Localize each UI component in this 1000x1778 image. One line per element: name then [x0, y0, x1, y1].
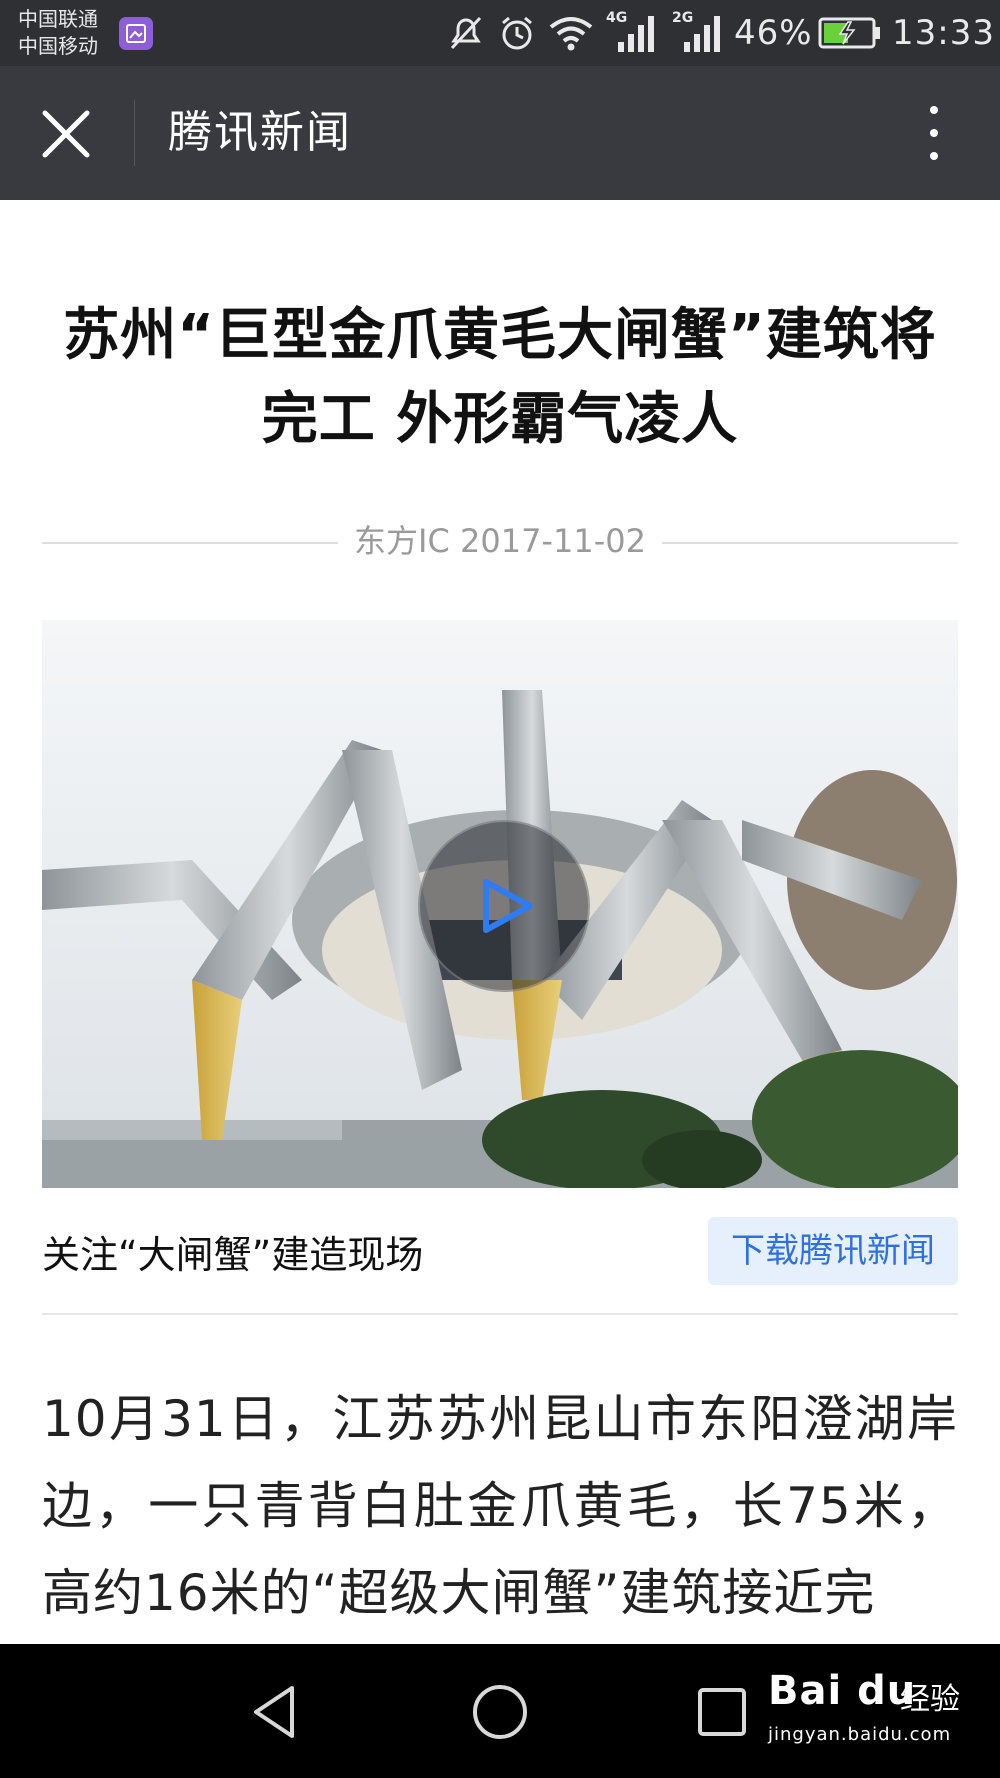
- more-button[interactable]: [912, 102, 956, 164]
- close-icon: [42, 110, 90, 158]
- status-bar: 中国联通 中国移动 4G 2G 46% 13:33: [0, 0, 1000, 66]
- recents-icon: [698, 1688, 746, 1736]
- home-button[interactable]: [466, 1678, 534, 1746]
- watermark-logo: Bai du: [768, 1668, 917, 1714]
- carrier-1: 中国联通: [18, 7, 98, 31]
- play-icon: [483, 879, 533, 933]
- close-button[interactable]: [38, 106, 94, 162]
- video-caption: 关注“大闸蟹”建造现场: [42, 1233, 424, 1277]
- alarm-icon: [497, 0, 537, 66]
- divider-line: [662, 542, 958, 544]
- carrier-2: 中国移动: [18, 34, 98, 58]
- battery-percent: 46%: [734, 13, 813, 53]
- watermark-url: jingyan.baidu.com: [768, 1724, 952, 1745]
- signal-icon: 4G: [604, 0, 660, 66]
- video-player[interactable]: [42, 620, 958, 1188]
- article-source-date: 东方IC 2017-11-02: [354, 522, 646, 560]
- back-icon: [254, 1686, 294, 1738]
- recents-button[interactable]: [688, 1678, 756, 1746]
- article-headline: 苏州“巨型金爪黄毛大闸蟹”建筑将完工 外形霸气凌人: [63, 303, 937, 452]
- baidu-jingyan-watermark: Bai du 经验 jingyan.baidu.com: [768, 1668, 968, 1764]
- home-icon: [473, 1685, 527, 1739]
- article-body: 10月31日，江苏苏州昆山市东阳澄湖岸边，一只青背白肚金爪黄毛，长75米，高约1…: [42, 1390, 958, 1622]
- gallery-notification-icon: [119, 17, 153, 50]
- network-type-2: 2G: [672, 10, 693, 26]
- header-divider: [134, 100, 135, 166]
- play-button[interactable]: [418, 820, 590, 992]
- signal-icon: 2G: [670, 0, 726, 66]
- watermark-suffix: 经验: [900, 1682, 960, 1717]
- app-header: 腾讯新闻: [0, 66, 1000, 200]
- wifi-icon: [548, 0, 594, 66]
- back-button[interactable]: [244, 1678, 312, 1746]
- clock: 13:33: [892, 13, 995, 53]
- page-title: 腾讯新闻: [168, 107, 352, 158]
- divider-line: [42, 1313, 958, 1315]
- divider-line: [42, 542, 338, 544]
- network-type-1: 4G: [606, 10, 627, 26]
- battery-charging-icon: [818, 0, 882, 66]
- download-app-button[interactable]: 下载腾讯新闻: [708, 1217, 958, 1285]
- mute-icon: [446, 0, 486, 66]
- carrier-names: 中国联通 中国移动: [18, 6, 98, 60]
